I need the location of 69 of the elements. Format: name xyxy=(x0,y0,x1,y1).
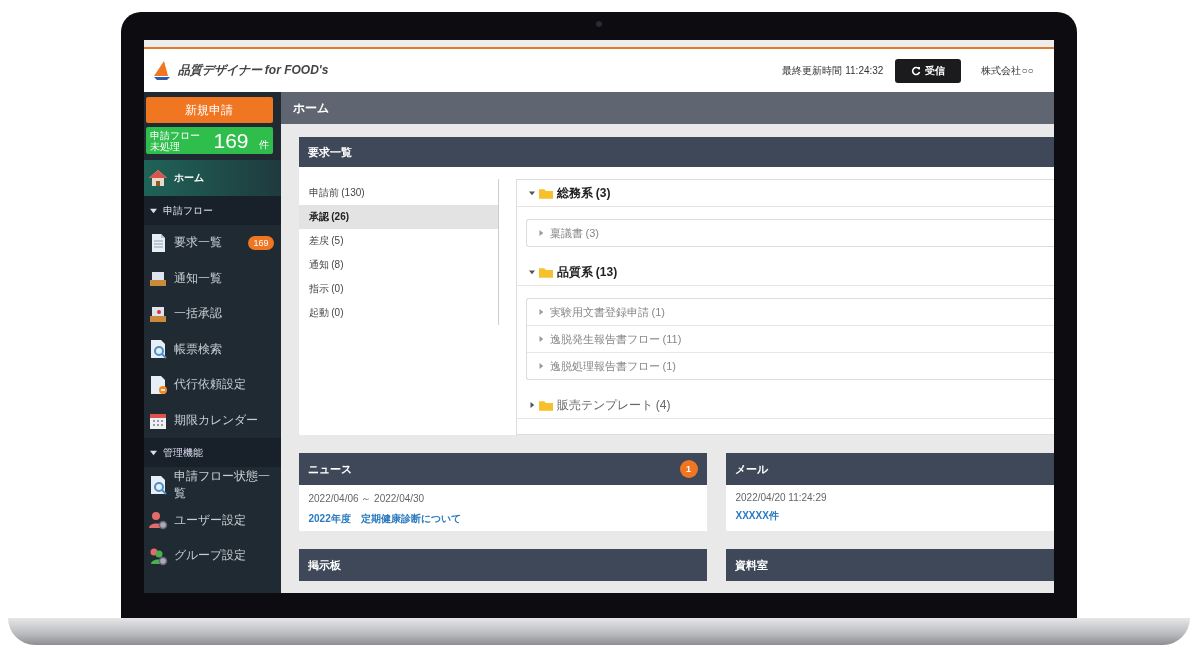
caret-down-icon[interactable] xyxy=(149,207,157,214)
card-header: 要求一覧 xyxy=(298,137,1054,167)
count-badge: 1 xyxy=(679,460,698,478)
folder-label[interactable]: 総務系 (3) xyxy=(556,184,611,202)
sidebar-item[interactable]: 期限カレンダー xyxy=(143,402,281,438)
company-name: 株式会社○○ xyxy=(981,63,1034,78)
receive-button[interactable]: 受信 xyxy=(895,58,962,83)
camera-icon xyxy=(595,21,602,27)
last-updated-time: 最終更新時間 11:24:32 xyxy=(782,63,884,78)
caret-right-icon[interactable] xyxy=(528,402,535,408)
folder-icon xyxy=(538,187,553,199)
refresh-icon xyxy=(911,65,922,76)
item-label: 帳票検索 xyxy=(173,340,222,358)
counter-label: 申請フロー xyxy=(149,129,200,141)
counter-unit: 件 xyxy=(258,138,269,152)
house-icon xyxy=(147,168,168,188)
category-item[interactable]: 指示 (0) xyxy=(298,277,498,301)
news-date: 2022/04/06 ～ 2022/04/30 xyxy=(308,492,426,506)
sidebar-item[interactable]: グループ設定 xyxy=(143,538,281,574)
count-badge: 169 xyxy=(248,235,274,250)
caret-down-icon[interactable] xyxy=(528,269,535,275)
sidebar-item[interactable]: 申請フロー状態一覧 xyxy=(143,467,281,503)
caret-down-icon[interactable] xyxy=(149,449,157,456)
sidebar-item[interactable]: 通知一覧 xyxy=(143,260,281,296)
section-title: 申請フロー xyxy=(162,203,213,218)
sidebar-item[interactable]: 要求一覧 169 xyxy=(143,225,281,261)
mail-date: 2022/04/20 11:24:29 xyxy=(735,492,828,503)
item-label: 代行依頼設定 xyxy=(173,376,246,394)
item-label: グループ設定 xyxy=(173,547,246,565)
app-logo-text: 品質デザイナー for FOOD's xyxy=(177,62,329,79)
card-header: メール xyxy=(725,453,1054,485)
caret-down-icon[interactable] xyxy=(528,190,535,196)
item-label: 通知一覧 xyxy=(173,269,222,287)
user-gear-icon xyxy=(147,510,168,531)
sidebar-item[interactable]: ホーム xyxy=(143,160,281,196)
tree-item[interactable]: 逸脱発生報告書フロー (11) xyxy=(549,331,682,347)
folder-label[interactable]: 品質系 (13) xyxy=(556,263,618,281)
section-title: 管理機能 xyxy=(162,445,203,460)
item-label: 要求一覧 xyxy=(173,234,222,252)
mail-link[interactable]: XXXXX件 xyxy=(735,510,779,521)
category-item[interactable]: 承認 (26) xyxy=(298,205,498,229)
item-label: ユーザー設定 xyxy=(173,511,246,529)
sidebar-item[interactable]: 代行依頼設定 xyxy=(143,367,281,403)
category-item[interactable]: 起動 (0) xyxy=(298,301,498,325)
card-header: 資料室 xyxy=(725,549,1054,581)
sidebar-section[interactable]: 申請フロー xyxy=(143,196,281,225)
sidebar-item[interactable]: 帳票検索 xyxy=(143,331,281,367)
tree-item[interactable]: 逸脱処理報告書フロー (1) xyxy=(549,358,676,374)
sidebar-item[interactable]: ユーザー設定 xyxy=(143,502,281,538)
sidebar-item[interactable]: 一括承認 xyxy=(143,296,281,332)
folder-label[interactable]: 販売テンプレート (4) xyxy=(556,396,671,414)
sidebar-section[interactable]: 管理機能 xyxy=(143,438,281,467)
category-item[interactable]: 差戻 (5) xyxy=(298,229,498,253)
card-title: ニュース xyxy=(307,461,352,477)
counter-value: 169 xyxy=(213,128,249,153)
tree-item[interactable]: 稟議書 (3) xyxy=(549,225,599,241)
folder-icon xyxy=(538,399,553,411)
page-title: ホーム xyxy=(280,92,1054,124)
logo-icon xyxy=(151,59,172,82)
category-item[interactable]: 通知 (8) xyxy=(298,253,498,277)
card-header: 掲示板 xyxy=(298,549,707,581)
news-link[interactable]: 2022年度 定期健康診断について xyxy=(308,513,461,524)
tree-item[interactable]: 実験用文書登録申請 (1) xyxy=(549,304,665,320)
item-label: 申請フロー状態一覧 xyxy=(173,467,271,502)
folder-icon xyxy=(538,266,553,278)
counter-label: 未処理 xyxy=(149,140,181,152)
category-item[interactable]: 申請前 (130) xyxy=(298,181,498,205)
item-label: 期限カレンダー xyxy=(173,411,258,429)
item-label: 一括承認 xyxy=(173,305,222,323)
